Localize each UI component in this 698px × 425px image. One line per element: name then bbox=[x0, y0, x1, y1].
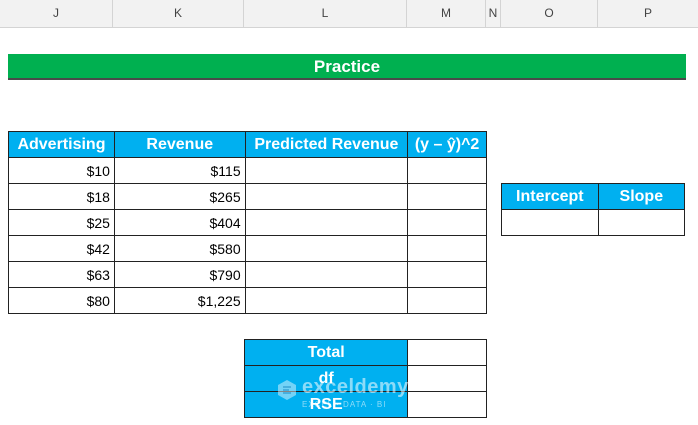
table-row: $63 $790 bbox=[8, 261, 487, 288]
table-row: $25 $404 bbox=[8, 209, 487, 236]
column-header-n[interactable]: N bbox=[486, 0, 501, 27]
header-advertising[interactable]: Advertising bbox=[8, 131, 115, 158]
predicted-revenue-cell[interactable] bbox=[244, 235, 409, 262]
squared-error-cell[interactable] bbox=[407, 183, 487, 210]
advertising-cell[interactable]: $18 bbox=[8, 183, 115, 210]
column-header-m[interactable]: M bbox=[407, 0, 486, 27]
squared-error-cell[interactable] bbox=[407, 235, 487, 262]
revenue-cell[interactable]: $1,225 bbox=[113, 287, 246, 314]
predicted-revenue-cell[interactable] bbox=[244, 287, 409, 314]
advertising-cell[interactable]: $10 bbox=[8, 157, 115, 184]
column-header-k[interactable]: K bbox=[113, 0, 244, 27]
advertising-cell[interactable]: $80 bbox=[8, 287, 115, 314]
squared-error-cell[interactable] bbox=[407, 287, 487, 314]
revenue-cell[interactable]: $404 bbox=[113, 209, 246, 236]
revenue-cell[interactable]: $265 bbox=[113, 183, 246, 210]
header-squared-error[interactable]: (y – ŷ)^2 bbox=[407, 131, 487, 158]
predicted-revenue-cell[interactable] bbox=[244, 209, 409, 236]
column-header-l[interactable]: L bbox=[244, 0, 407, 27]
column-header-o[interactable]: O bbox=[501, 0, 598, 27]
advertising-cell[interactable]: $63 bbox=[8, 261, 115, 288]
df-label[interactable]: df bbox=[243, 365, 409, 392]
advertising-cell[interactable]: $42 bbox=[8, 235, 115, 262]
table-row: $42 $580 bbox=[8, 235, 487, 262]
header-intercept[interactable]: Intercept bbox=[501, 183, 599, 210]
table-header-row: Advertising Revenue Predicted Revenue (y… bbox=[8, 131, 487, 158]
advertising-cell[interactable]: $25 bbox=[8, 209, 115, 236]
summary-row-total: Total bbox=[243, 339, 487, 366]
revenue-cell[interactable]: $580 bbox=[113, 235, 246, 262]
squared-error-cell[interactable] bbox=[407, 157, 487, 184]
summary-row-df: df bbox=[243, 365, 487, 392]
predicted-revenue-cell[interactable] bbox=[244, 183, 409, 210]
header-slope[interactable]: Slope bbox=[597, 183, 686, 210]
column-header-p[interactable]: P bbox=[598, 0, 698, 27]
coefficient-header-row: Intercept Slope bbox=[501, 183, 686, 210]
summary-table: Total df RSE bbox=[243, 339, 487, 418]
header-revenue[interactable]: Revenue bbox=[113, 131, 246, 158]
column-header-bar: J K L M N O P bbox=[0, 0, 698, 28]
intercept-value-cell[interactable] bbox=[501, 209, 599, 236]
table-row: $18 $265 bbox=[8, 183, 487, 210]
header-predicted-revenue[interactable]: Predicted Revenue bbox=[244, 131, 409, 158]
predicted-revenue-cell[interactable] bbox=[244, 157, 409, 184]
coefficient-value-row bbox=[501, 209, 686, 236]
revenue-cell[interactable]: $790 bbox=[113, 261, 246, 288]
squared-error-cell[interactable] bbox=[407, 209, 487, 236]
slope-value-cell[interactable] bbox=[597, 209, 686, 236]
coefficient-table: Intercept Slope bbox=[501, 183, 686, 236]
squared-error-cell[interactable] bbox=[407, 261, 487, 288]
table-row: $10 $115 bbox=[8, 157, 487, 184]
total-label[interactable]: Total bbox=[243, 339, 409, 366]
practice-data-table: Advertising Revenue Predicted Revenue (y… bbox=[8, 131, 487, 314]
table-row: $80 $1,225 bbox=[8, 287, 487, 314]
summary-row-rse: RSE bbox=[243, 391, 487, 418]
column-header-j[interactable]: J bbox=[0, 0, 113, 27]
predicted-revenue-cell[interactable] bbox=[244, 261, 409, 288]
practice-banner: Practice bbox=[8, 54, 686, 80]
revenue-cell[interactable]: $115 bbox=[113, 157, 246, 184]
df-value-cell[interactable] bbox=[407, 365, 487, 392]
total-value-cell[interactable] bbox=[407, 339, 487, 366]
rse-label[interactable]: RSE bbox=[243, 391, 409, 418]
rse-value-cell[interactable] bbox=[407, 391, 487, 418]
